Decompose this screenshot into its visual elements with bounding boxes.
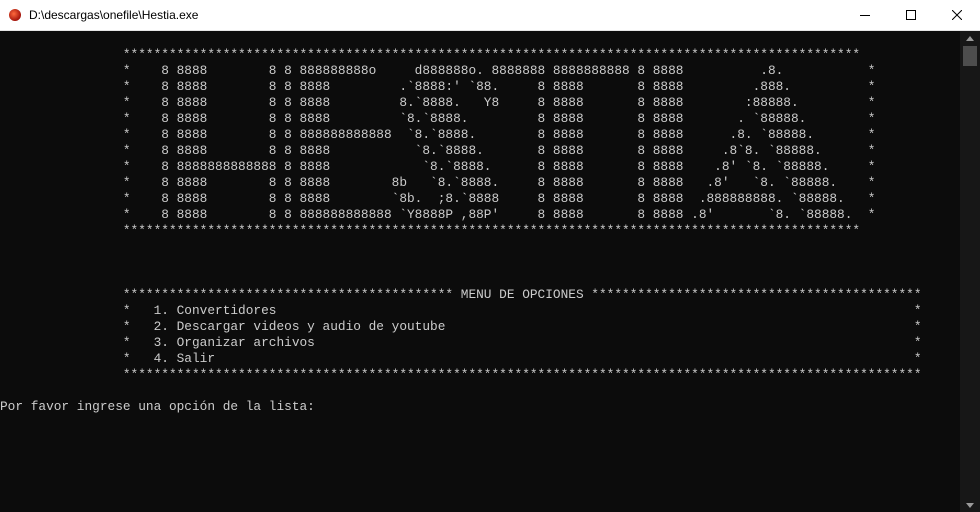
banner-line: * 8 8888 8 8 888888888888 `Y8888P ,88P' … bbox=[0, 207, 876, 222]
banner-line: * 8 8888 8 8 8888 `8.`8888. 8 8888 8 888… bbox=[0, 143, 876, 158]
banner-line: * 8 8888 8 8 8888 .`8888:' `88. 8 8888 8… bbox=[0, 79, 876, 94]
title-bar[interactable]: D:\descargas\onefile\Hestia.exe bbox=[0, 0, 980, 31]
console-text: ****************************************… bbox=[0, 31, 960, 415]
banner-line: ****************************************… bbox=[0, 223, 861, 238]
input-prompt[interactable]: Por favor ingrese una opción de la lista… bbox=[0, 399, 960, 415]
menu-footer: ****************************************… bbox=[0, 367, 922, 382]
app-icon bbox=[9, 9, 21, 21]
console-output[interactable]: ****************************************… bbox=[0, 31, 960, 512]
menu-item-organizar: * 3. Organizar archivos * bbox=[0, 335, 922, 350]
banner-line: * 8 8888 8 8 888888888888 `8.`8888. 8 88… bbox=[0, 127, 876, 142]
banner-line: * 8 8888 8 8 8888 8.`8888. Y8 8 8888 8 8… bbox=[0, 95, 876, 110]
menu-item-descargar: * 2. Descargar videos y audio de youtube… bbox=[0, 319, 922, 334]
window-controls bbox=[842, 0, 980, 30]
chevron-up-icon bbox=[966, 35, 974, 41]
minimize-icon bbox=[860, 15, 870, 16]
close-button[interactable] bbox=[934, 0, 980, 30]
scroll-down-arrow[interactable] bbox=[960, 498, 980, 512]
minimize-button[interactable] bbox=[842, 0, 888, 30]
scroll-thumb[interactable] bbox=[963, 46, 977, 66]
maximize-button[interactable] bbox=[888, 0, 934, 30]
maximize-icon bbox=[906, 10, 916, 20]
banner-line: ****************************************… bbox=[0, 47, 861, 62]
chevron-down-icon bbox=[966, 502, 974, 508]
scroll-up-arrow[interactable] bbox=[960, 31, 980, 45]
close-icon bbox=[952, 10, 962, 20]
window-title: D:\descargas\onefile\Hestia.exe bbox=[29, 8, 199, 22]
banner-line: * 8 8888 8 8 8888 8b `8.`8888. 8 8888 8 … bbox=[0, 175, 876, 190]
banner-line: * 8 8888888888888 8 8888 `8.`8888. 8 888… bbox=[0, 159, 876, 174]
menu-header: ****************************************… bbox=[0, 287, 922, 302]
menu-item-convertidores: * 1. Convertidores * bbox=[0, 303, 922, 318]
banner-line: * 8 8888 8 8 888888888o d888888o. 888888… bbox=[0, 63, 876, 78]
vertical-scrollbar[interactable] bbox=[960, 31, 980, 512]
banner-line: * 8 8888 8 8 8888 `8b. ;8.`8888 8 8888 8… bbox=[0, 191, 876, 206]
menu-item-salir: * 4. Salir * bbox=[0, 351, 922, 366]
banner-line: * 8 8888 8 8 8888 `8.`8888. 8 8888 8 888… bbox=[0, 111, 876, 126]
